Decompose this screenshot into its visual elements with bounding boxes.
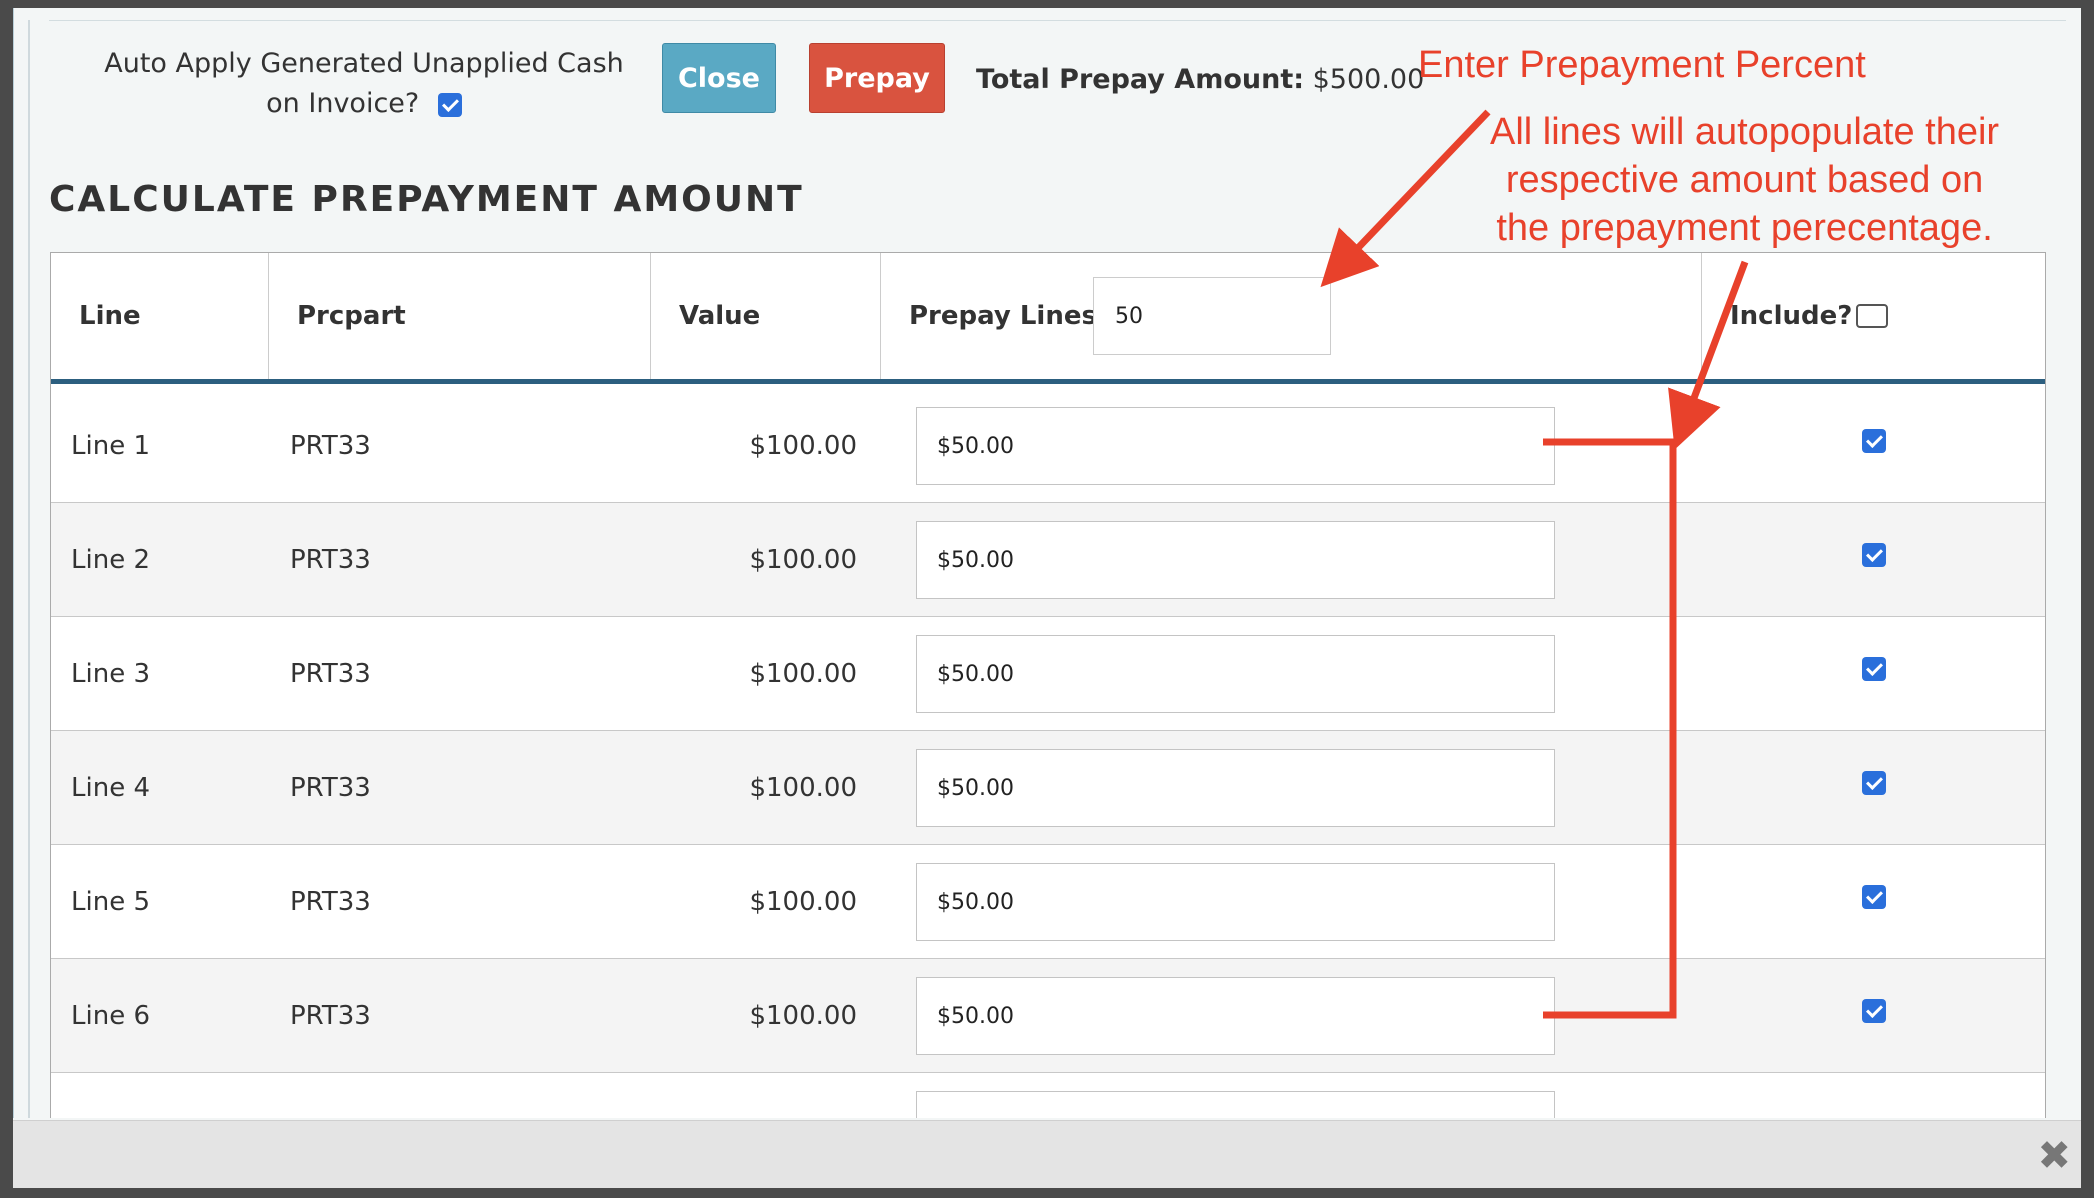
top-divider: [49, 20, 2066, 21]
column-header-prepay-label: Prepay Lines: [909, 301, 1097, 331]
cell-prcpart: PRT33: [290, 430, 371, 461]
annotation-autopopulate: All lines will autopopulate their respec…: [1490, 108, 1999, 252]
cell-prcpart: PRT33: [290, 544, 371, 575]
prepay-amount-input[interactable]: [916, 749, 1555, 827]
include-checkbox[interactable]: [1862, 999, 1886, 1023]
cell-line: Line 5: [71, 886, 150, 917]
column-header-prcpart-label: Prcpart: [297, 301, 406, 331]
prepay-button[interactable]: Prepay: [809, 43, 945, 113]
prepayment-table: Line Prcpart Value Prepay Lines Include?…: [50, 252, 2046, 1118]
cell-line: Line 1: [71, 430, 150, 461]
include-checkbox[interactable]: [1862, 543, 1886, 567]
cell-prcpart: PRT33: [290, 886, 371, 917]
prepay-amount-input[interactable]: [916, 407, 1555, 485]
left-divider: [28, 20, 30, 1118]
total-prepay-label: Total Prepay Amount:: [976, 64, 1305, 95]
prepay-amount-input[interactable]: [916, 977, 1555, 1055]
column-header-prcpart: Prcpart: [269, 253, 651, 379]
include-checkbox[interactable]: [1862, 885, 1886, 909]
table-row-partial: [51, 1073, 2045, 1118]
cell-prcpart: PRT33: [290, 772, 371, 803]
close-icon[interactable]: ✖: [2037, 1133, 2071, 1179]
annotation-enter-percent: Enter Prepayment Percent: [1418, 44, 1866, 86]
cell-line: Line 4: [71, 772, 150, 803]
column-header-line-label: Line: [79, 301, 141, 331]
annotation-autopopulate-line-3: the prepayment perecentage.: [1496, 207, 1993, 249]
auto-apply-label: Auto Apply Generated Unapplied Cash on I…: [84, 44, 644, 124]
include-checkbox[interactable]: [1862, 429, 1886, 453]
prepay-amount-input[interactable]: [916, 1091, 1555, 1118]
table-row: Line 4 PRT33 $100.00: [51, 731, 2045, 845]
total-prepay-value: $500.00: [1312, 64, 1425, 95]
table-row: Line 6 PRT33 $100.00: [51, 959, 2045, 1073]
prepay-percent-input[interactable]: [1093, 277, 1331, 355]
annotation-autopopulate-line-2: respective amount based on: [1505, 159, 1984, 201]
auto-apply-text: Auto Apply Generated Unapplied Cash on I…: [104, 48, 624, 119]
cell-value: $100.00: [749, 430, 857, 461]
prepay-amount-input[interactable]: [916, 863, 1555, 941]
prepay-amount-input[interactable]: [916, 635, 1555, 713]
modal-footer: ✖: [13, 1120, 2081, 1188]
table-header: Line Prcpart Value Prepay Lines Include?: [51, 253, 2045, 384]
cell-line: Line 3: [71, 658, 150, 689]
section-title: CALCULATE PREPAYMENT AMOUNT: [49, 179, 804, 220]
total-prepay-amount: Total Prepay Amount: $500.00: [976, 64, 1424, 95]
cell-value: $100.00: [749, 886, 857, 917]
include-checkbox[interactable]: [1862, 771, 1886, 795]
cell-prcpart: PRT33: [290, 1000, 371, 1031]
annotation-autopopulate-line-1: All lines will autopopulate their: [1490, 111, 2000, 153]
column-header-value: Value: [651, 253, 881, 379]
cell-value: $100.00: [749, 658, 857, 689]
prepay-amount-input[interactable]: [916, 521, 1555, 599]
table-row: Line 5 PRT33 $100.00: [51, 845, 2045, 959]
cell-value: $100.00: [749, 1000, 857, 1031]
auto-apply-checkbox[interactable]: [437, 92, 462, 117]
column-header-include-label: Include?: [1730, 301, 1853, 331]
column-header-value-label: Value: [679, 301, 761, 331]
cell-line: Line 6: [71, 1000, 150, 1031]
include-all-checkbox[interactable]: [1856, 304, 1889, 328]
cell-line: Line 2: [71, 544, 150, 575]
cell-value: $100.00: [749, 544, 857, 575]
close-button[interactable]: Close: [662, 43, 776, 113]
include-checkbox[interactable]: [1862, 657, 1886, 681]
table-row: Line 3 PRT33 $100.00: [51, 617, 2045, 731]
table-row: Line 2 PRT33 $100.00: [51, 503, 2045, 617]
column-header-include: Include?: [1702, 253, 2045, 379]
table-row: Line 1 PRT33 $100.00: [51, 389, 2045, 503]
cell-prcpart: PRT33: [290, 658, 371, 689]
cell-value: $100.00: [749, 772, 857, 803]
column-header-line: Line: [51, 253, 269, 379]
